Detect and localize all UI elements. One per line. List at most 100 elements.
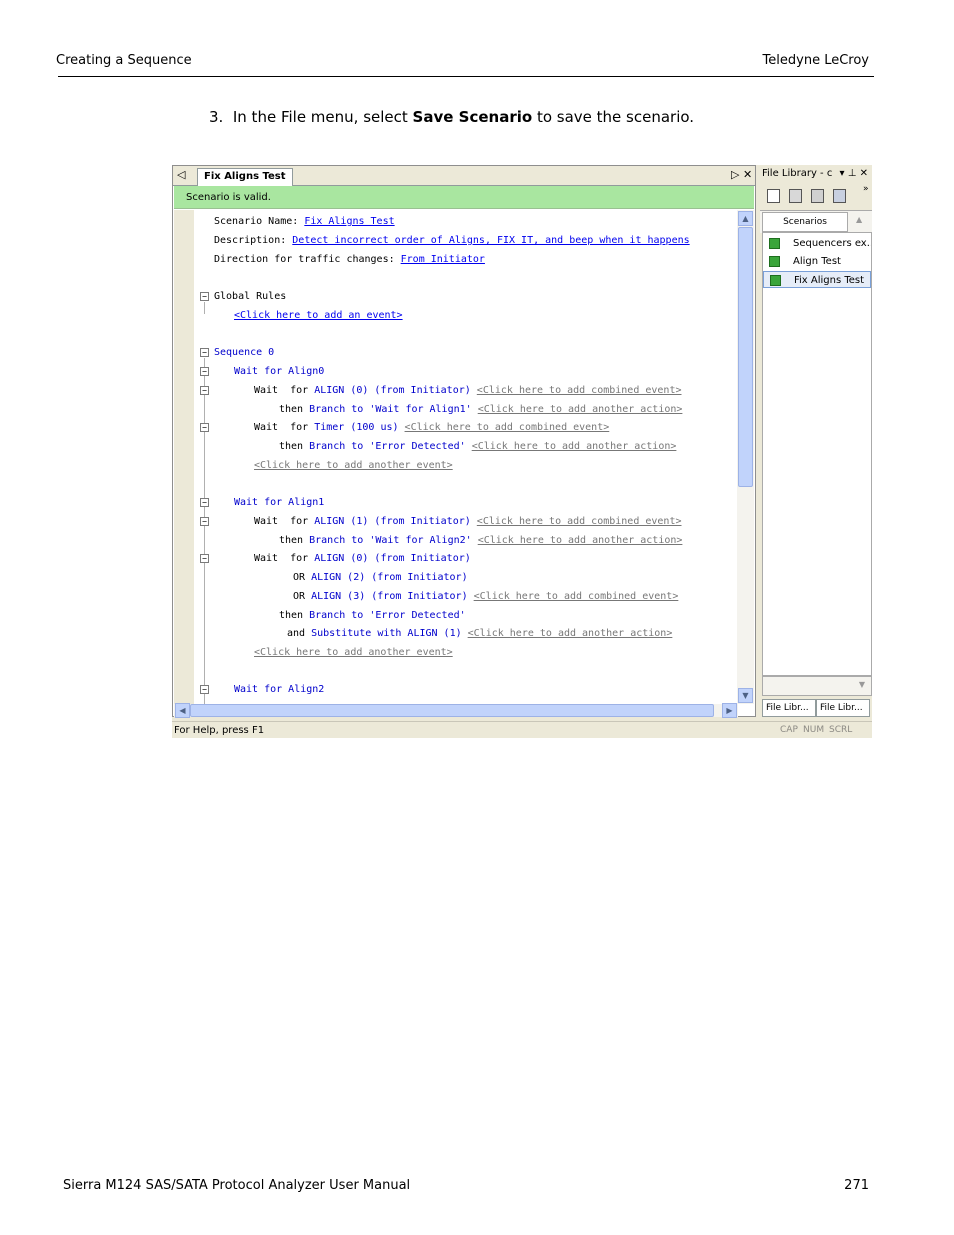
scenario-list: Sequencers ex... Align Test Fix Aligns T…: [762, 232, 872, 676]
page-header-company: Teledyne LeCroy: [762, 53, 869, 68]
wait-for-label: Wait for: [254, 385, 315, 396]
collapse-sequence0-icon[interactable]: −: [200, 348, 209, 357]
save-icon[interactable]: [789, 189, 802, 203]
event-align2[interactable]: ALIGN (2) (from Initiator): [311, 572, 468, 583]
validation-banner: Scenario is valid.: [174, 186, 754, 209]
num-indicator: NUM: [803, 725, 825, 735]
horizontal-scrollbar[interactable]: ◀ ▶: [174, 703, 738, 718]
action-branch-error[interactable]: Branch to 'Error Detected': [309, 441, 466, 452]
collapse-event-icon[interactable]: −: [200, 554, 209, 563]
event-timer[interactable]: Timer (100 us): [314, 422, 398, 433]
step-text-post: to save the scenario.: [532, 108, 695, 126]
event-align0[interactable]: ALIGN (0) (from Initiator): [314, 553, 471, 564]
tab-fix-aligns-test[interactable]: Fix Aligns Test: [197, 168, 293, 186]
add-combined-event-link[interactable]: <Click here to add combined event>: [477, 516, 682, 527]
status-help-text: For Help, press F1: [174, 725, 265, 736]
scroll-left-icon[interactable]: ◀: [175, 703, 190, 718]
copy-icon[interactable]: [833, 189, 846, 203]
wait-align0-state[interactable]: Wait for Align0: [234, 366, 324, 378]
tab-scroll-right-icon[interactable]: ▷: [731, 168, 739, 182]
panel-window-icons[interactable]: ▾ ⊥ ✕: [840, 166, 868, 182]
column-scroll-up-icon[interactable]: ▲: [856, 215, 862, 224]
direction-link[interactable]: From Initiator: [401, 254, 485, 265]
step-number: 3.: [209, 108, 224, 126]
add-another-action-link[interactable]: <Click here to add another action>: [478, 404, 683, 415]
step-text-bold: Save Scenario: [412, 108, 533, 126]
vertical-scrollbar[interactable]: ▲ ▼: [737, 210, 754, 704]
tab-scroll-left-icon[interactable]: ◁: [177, 168, 185, 182]
add-combined-event-link[interactable]: <Click here to add combined event>: [405, 422, 610, 433]
add-another-event-link[interactable]: <Click here to add another event>: [254, 647, 453, 659]
then-label: then: [279, 441, 310, 452]
or-label: OR: [293, 572, 312, 583]
collapse-event-icon[interactable]: −: [200, 386, 209, 395]
toolbar-overflow-icon[interactable]: »: [863, 184, 869, 194]
action-branch-error[interactable]: Branch to 'Error Detected': [309, 610, 466, 621]
panel-bottom-scroll[interactable]: ▼: [762, 676, 872, 696]
collapse-wait-align1-icon[interactable]: −: [200, 498, 209, 507]
then-label: then: [279, 535, 310, 546]
add-event-link[interactable]: <Click here to add an event>: [234, 310, 403, 322]
list-item[interactable]: Sequencers ex...: [763, 235, 871, 252]
header-rule: [58, 76, 874, 77]
scroll-down-icon[interactable]: ▼: [738, 688, 753, 703]
wait-for-label: Wait for: [254, 516, 315, 527]
list-item-selected[interactable]: Fix Aligns Test: [763, 271, 871, 288]
scroll-up-icon[interactable]: ▲: [738, 211, 753, 226]
scenarios-column[interactable]: Scenarios: [762, 212, 848, 232]
caps-indicator: CAP: [780, 725, 798, 735]
panel-title: File Library - c: [762, 168, 833, 179]
action-substitute[interactable]: Substitute with ALIGN (1): [311, 628, 462, 639]
tab-file-library-2[interactable]: File Libr...: [816, 699, 870, 717]
add-another-action-link[interactable]: <Click here to add another action>: [468, 628, 673, 639]
list-scroll-down-icon[interactable]: ▼: [859, 680, 865, 689]
step-instruction: 3. In the File menu, select Save Scenari…: [209, 108, 694, 126]
scroll-right-icon[interactable]: ▶: [722, 703, 737, 718]
add-combined-event-link[interactable]: <Click here to add combined event>: [477, 385, 682, 396]
tab-close-icon[interactable]: ✕: [743, 168, 752, 182]
direction-label: Direction for traffic changes:: [214, 254, 401, 265]
collapse-event-icon[interactable]: −: [200, 517, 209, 526]
add-another-action-link[interactable]: <Click here to add another action>: [472, 441, 677, 452]
footer-title: Sierra M124 SAS/SATA Protocol Analyzer U…: [63, 1178, 411, 1193]
wait-align1-state[interactable]: Wait for Align1: [234, 497, 324, 509]
page-header-title: Creating a Sequence: [56, 53, 192, 68]
list-item[interactable]: Align Test: [763, 253, 871, 270]
page-number: 271: [844, 1178, 869, 1193]
scenario-name-link[interactable]: Fix Aligns Test: [304, 216, 394, 227]
tree-line: [204, 302, 205, 314]
scenario-editor: ◁ Fix Aligns Test ▷ ✕ Scenario is valid.…: [172, 165, 756, 718]
action-branch-align1[interactable]: Branch to 'Wait for Align1': [309, 404, 472, 415]
or-label: OR: [293, 591, 312, 602]
add-another-event-link[interactable]: <Click here to add another event>: [254, 460, 453, 472]
event-align3[interactable]: ALIGN (3) (from Initiator): [311, 591, 468, 602]
tab-file-library-1[interactable]: File Libr...: [762, 699, 816, 717]
new-file-icon[interactable]: [767, 189, 780, 203]
global-rules-heading: Global Rules: [214, 291, 287, 302]
event-align0[interactable]: ALIGN (0) (from Initiator): [314, 385, 471, 396]
save-all-icon[interactable]: [811, 189, 824, 203]
collapse-event-icon[interactable]: −: [200, 423, 209, 432]
sequence0-heading: Sequence 0: [214, 347, 275, 358]
vertical-scroll-thumb[interactable]: [738, 227, 753, 487]
collapse-global-rules-icon[interactable]: −: [200, 292, 209, 301]
action-branch-align2[interactable]: Branch to 'Wait for Align2': [309, 535, 472, 546]
panel-toolbar: »: [763, 184, 869, 206]
add-another-action-link[interactable]: <Click here to add another action>: [478, 535, 683, 546]
editor-gutter: [174, 210, 194, 704]
wait-align2-state[interactable]: Wait for Align2: [234, 684, 324, 696]
status-bar: For Help, press F1 CAP NUM SCRL: [172, 721, 872, 739]
scroll-indicator: SCRL: [829, 725, 853, 735]
description-link[interactable]: Detect incorrect order of Aligns, FIX IT…: [292, 235, 689, 246]
add-combined-event-link[interactable]: <Click here to add combined event>: [474, 591, 679, 602]
scenario-icon: [769, 256, 780, 267]
wait-for-label: Wait for: [254, 422, 315, 433]
event-align1[interactable]: ALIGN (1) (from Initiator): [314, 516, 471, 527]
collapse-wait-align2-icon[interactable]: −: [200, 685, 209, 694]
description-label: Description:: [214, 235, 293, 246]
wait-for-label: Wait for: [254, 553, 315, 564]
collapse-wait-align0-icon[interactable]: −: [200, 367, 209, 376]
horizontal-scroll-thumb[interactable]: [190, 704, 714, 717]
then-label: then: [279, 610, 310, 621]
scenario-icon: [769, 238, 780, 249]
